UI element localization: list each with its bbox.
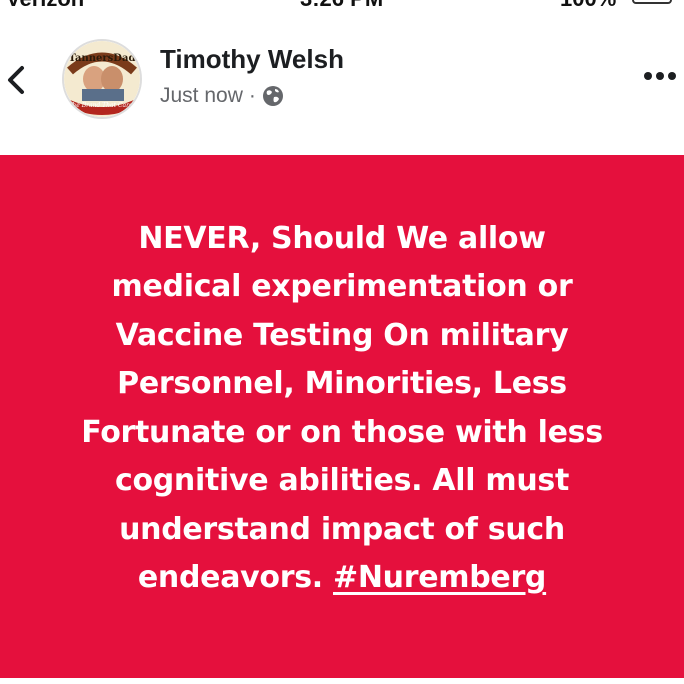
hashtag-link[interactable]: #Nuremberg [333,560,546,595]
post-meta: Just now · [160,82,284,110]
avatar-bottom-text: The Brand That Cares [68,102,135,109]
carrier-label: Verizon [6,0,84,12]
post-text-line: NEVER, Should We allow [138,220,546,256]
post-text-line: Vaccine Testing On military [115,317,569,353]
post-text-line: medical experimentation or [111,269,573,304]
battery-percent: 100% [560,0,616,12]
avatar-image: TannersDad The Brand That Cares [64,41,140,117]
screen: Verizon 3:26 PM 100% [0,0,684,684]
post-text: NEVER, Should We allow medical experimen… [81,215,603,603]
post-text-line: cognitive abilities. All must [114,463,570,498]
post-text-line: Personnel, Minorities, Less [117,366,567,401]
post-text-line: understand impact of such [119,511,565,547]
more-options-button[interactable] [640,64,680,88]
more-horizontal-icon [644,72,676,80]
status-bar: Verizon 3:26 PM 100% [0,0,684,12]
avatar-top-text: TannersDad [69,53,136,64]
post-header: TannersDad The Brand That Cares Timothy … [0,30,684,150]
clock-label: 3:26 PM [300,0,383,12]
post-text-last-line: endeavors. [137,560,334,595]
battery-icon [632,0,672,4]
meta-separator: · [248,84,256,107]
author-name[interactable]: Timothy Welsh [160,44,344,75]
avatar[interactable]: TannersDad The Brand That Cares [62,39,142,119]
globe-icon[interactable] [262,85,284,107]
chevron-left-icon [8,66,24,94]
post-background: NEVER, Should We allow medical experimen… [0,155,684,678]
post-text-line: Fortunate or on those with less [81,414,603,450]
bottom-divider [0,678,684,684]
back-button[interactable] [0,60,34,100]
post-timestamp[interactable]: Just now [160,84,243,108]
